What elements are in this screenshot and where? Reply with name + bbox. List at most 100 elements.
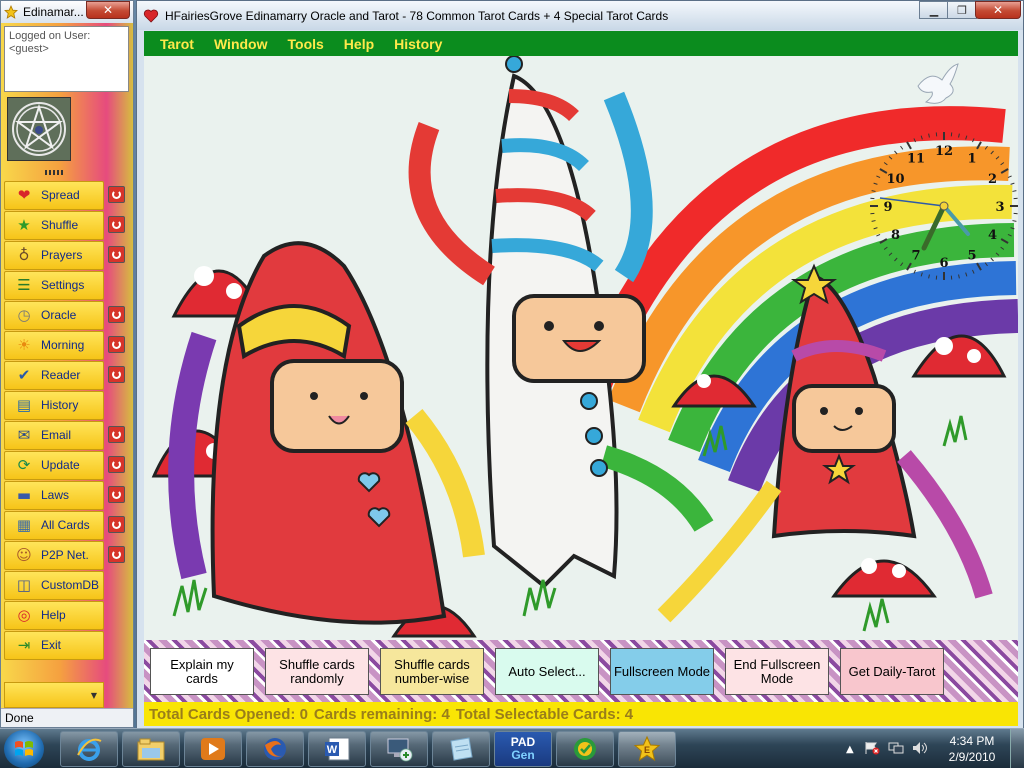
taskbar-clock[interactable]: 4:34 PM 2/9/2010 <box>942 733 1002 765</box>
clock-tick <box>888 156 893 160</box>
menu-help[interactable]: Help <box>344 36 374 52</box>
media-player-icon[interactable] <box>184 731 242 767</box>
recycle-icon[interactable] <box>556 731 614 767</box>
heart-icon: ❤ <box>17 186 31 204</box>
clock-tick <box>965 135 968 140</box>
side-menu-item-spread: ❤ Spread <box>4 180 130 210</box>
side-menu-button[interactable]: ☰ Settings <box>4 270 104 300</box>
side-menu-button[interactable]: ✔ Reader <box>4 360 104 390</box>
file-explorer-icon[interactable] <box>122 731 180 767</box>
firefox-icon[interactable] <box>246 731 304 767</box>
flag-icon[interactable] <box>864 741 880 758</box>
auto-select-button[interactable]: Auto Select... <box>495 648 599 695</box>
main-window-title: HFairiesGrove Edinamarry Oracle and Taro… <box>165 8 669 23</box>
power-icon[interactable] <box>108 366 125 383</box>
side-menu-item-shuffle: ★ Shuffle <box>4 210 130 240</box>
volume-icon[interactable] <box>912 741 928 758</box>
side-menu-button[interactable]: ◎ Help <box>4 600 104 630</box>
network-icon[interactable] <box>888 741 904 758</box>
word-icon[interactable]: W <box>308 731 366 767</box>
database-icon: ◫ <box>16 576 32 594</box>
pad-gen-icon[interactable]: PAD Gen <box>494 731 552 767</box>
internet-explorer-icon[interactable] <box>60 731 118 767</box>
clock-tick <box>984 262 988 267</box>
power-icon[interactable] <box>108 306 125 323</box>
shuffle-cards-number-wise-button[interactable]: Shuffle cards number-wise <box>380 648 484 695</box>
side-menu-button[interactable]: ★ Shuffle <box>4 210 104 240</box>
note-icon[interactable] <box>432 731 490 767</box>
power-icon[interactable] <box>108 516 125 533</box>
side-menu-label: P2P Net. <box>41 548 89 562</box>
side-menu-button[interactable]: ❤ Spread <box>4 180 104 210</box>
maximize-button[interactable]: ❐ <box>947 1 977 19</box>
side-menu-more-button[interactable]: ▼ <box>4 682 104 708</box>
network-connection-icon[interactable] <box>370 731 428 767</box>
exit-door-icon: ⇥ <box>17 636 31 654</box>
side-panel: Logged on User: <guest> ❤ Spread ★ Shuffle ♁… <box>1 23 133 708</box>
menu-tools[interactable]: Tools <box>288 36 324 52</box>
fullscreen-mode-button[interactable]: Fullscreen Mode <box>610 648 714 695</box>
heart-app-icon <box>143 8 159 24</box>
splitter-grip[interactable] <box>45 170 65 175</box>
side-menu-label: Help <box>41 608 66 622</box>
analog-clock[interactable]: 12 12 3 45 6 78 9 1011 <box>864 126 1018 286</box>
side-window: Edinamar... ✕ Logged on User: <guest> ❤ S… <box>0 0 134 728</box>
edinamarry-app-icon[interactable]: E <box>618 731 676 767</box>
main-close-button[interactable]: ✕ <box>975 1 1021 19</box>
menu-history[interactable]: History <box>394 36 442 52</box>
side-menu-button[interactable]: ⇥ Exit <box>4 630 104 660</box>
menu-window[interactable]: Window <box>214 36 268 52</box>
side-menu-item-reader: ✔ Reader <box>4 360 130 390</box>
star-icon: ★ <box>17 216 31 234</box>
side-menu-button[interactable]: ✉ Email <box>4 420 104 450</box>
side-menu-item-laws: ▬ Laws <box>4 480 130 510</box>
taskbar-time: 4:34 PM <box>949 734 995 748</box>
explain-my-cards-button[interactable]: Explain my cards <box>150 648 254 695</box>
power-icon[interactable] <box>108 336 125 353</box>
show-desktop-button[interactable] <box>1010 729 1024 768</box>
side-menu-button[interactable]: ⟳ Update <box>4 450 104 480</box>
side-close-button[interactable]: ✕ <box>86 1 130 19</box>
start-button[interactable] <box>4 730 44 768</box>
side-menu-button[interactable]: ☺ P2P Net. <box>4 540 104 570</box>
side-menu-button[interactable]: ◫ CustomDB <box>4 570 104 600</box>
main-window-titlebar[interactable]: HFairiesGrove Edinamarry Oracle and Taro… <box>137 1 1023 30</box>
side-menu-button[interactable]: ◷ Oracle <box>4 300 104 330</box>
shuffle-cards-randomly-button[interactable]: Shuffle cards randomly <box>265 648 369 695</box>
clock-tick <box>984 145 988 150</box>
clock-numeral: 1 <box>967 152 976 167</box>
cards-opened-text: Total Cards Opened: 0 <box>149 705 308 723</box>
side-menu-button[interactable]: ▦ All Cards <box>4 510 104 540</box>
dove-icon <box>917 63 959 104</box>
chevron-down-icon: ▼ <box>90 690 97 700</box>
power-icon[interactable] <box>108 486 125 503</box>
power-icon[interactable] <box>108 186 125 203</box>
side-menu-button[interactable]: ▤ History <box>4 390 104 420</box>
clock-tick <box>913 269 916 274</box>
windows-logo-icon <box>15 741 33 756</box>
power-icon[interactable] <box>108 546 125 563</box>
clock-numeral: 7 <box>911 248 920 263</box>
power-icon[interactable] <box>108 426 125 443</box>
login-status-box: Logged on User: <guest> <box>4 26 129 92</box>
clock-tick <box>958 274 960 279</box>
side-menu-button[interactable]: ▬ Laws <box>4 480 104 510</box>
side-menu-item-help: ◎ Help <box>4 600 130 630</box>
clock-tick <box>976 262 982 271</box>
get-daily-tarot-button[interactable]: Get Daily-Tarot <box>840 648 944 695</box>
tray-expand-icon[interactable]: ▲ <box>846 744 854 755</box>
side-menu-item-settings: ☰ Settings <box>4 270 130 300</box>
end-fullscreen-mode-button[interactable]: End Fullscreen Mode <box>725 648 829 695</box>
side-menu-button[interactable]: ☀ Morning <box>4 330 104 360</box>
power-icon[interactable] <box>108 246 125 263</box>
email-icon: ✉ <box>17 426 31 444</box>
svg-text:W: W <box>327 744 338 756</box>
side-menu-label: Laws <box>41 488 70 502</box>
close-icon: ✕ <box>102 3 114 17</box>
menu-tarot[interactable]: Tarot <box>160 36 194 52</box>
power-icon[interactable] <box>108 216 125 233</box>
minimize-button[interactable]: ▁ <box>919 1 949 19</box>
clock-numeral: 11 <box>907 152 925 167</box>
power-icon[interactable] <box>108 456 125 473</box>
side-menu-button[interactable]: ♁ Prayers <box>4 240 104 270</box>
